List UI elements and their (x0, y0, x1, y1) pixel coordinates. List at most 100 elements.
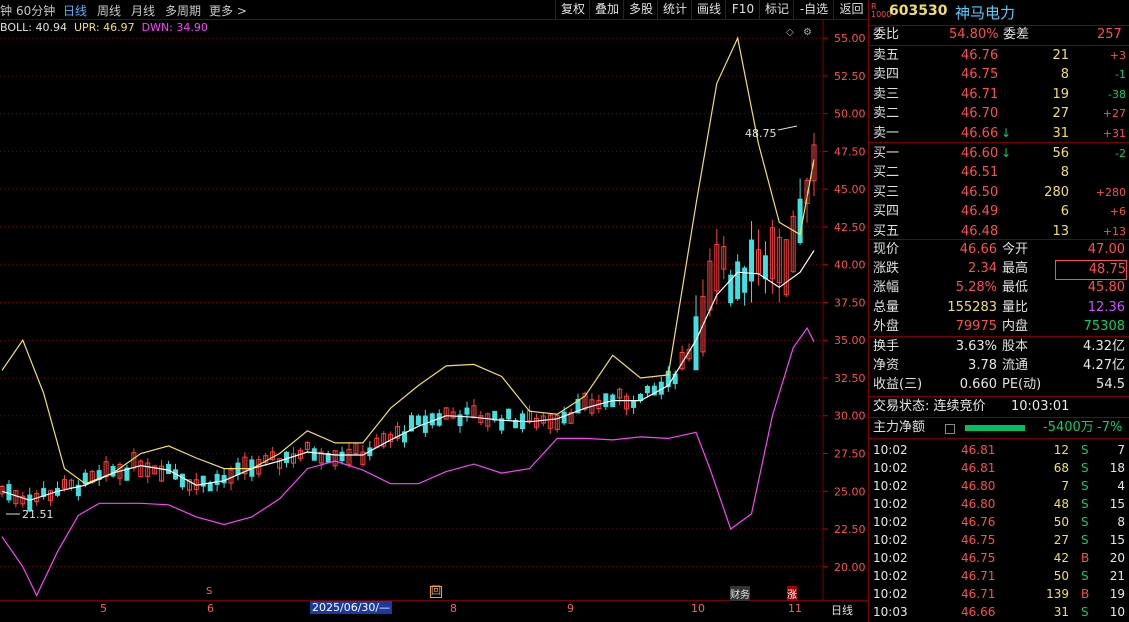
period-more[interactable]: 更多 > (209, 2, 247, 19)
period-60min[interactable]: 60分钟 (16, 2, 55, 19)
marker-badge: 财务 (730, 586, 750, 601)
chart-toolbar: 钟 60分钟 日线 周线 月线 多周期 更多 > 复权 叠加 多股 统计 画线 … (0, 0, 868, 20)
candle-body (311, 448, 317, 461)
tick-volume: 42 (1053, 551, 1069, 565)
candle-body (506, 408, 512, 420)
stat-value: 12.36 (1087, 299, 1125, 315)
orderbook-price[interactable]: 46.50 (961, 184, 998, 202)
y-tick-label: 45.00 (834, 183, 866, 196)
y-tick-label: 42.50 (834, 221, 866, 234)
fuquan-button[interactable]: 复权 (555, 0, 590, 19)
period-multi[interactable]: 多周期 (165, 2, 201, 19)
candle-body (110, 466, 116, 477)
orderbook-price[interactable]: 46.66 (961, 125, 998, 143)
orderbook-level-label: 买四 (873, 204, 900, 220)
candle-body (415, 415, 421, 426)
main-flow-bar (965, 425, 1025, 431)
orderbook-change: +6 (1109, 205, 1126, 219)
orderbook-change: +3 (1109, 49, 1126, 62)
candle-body (762, 255, 768, 280)
orderbook-price[interactable]: 46.76 (961, 47, 998, 65)
stat-value: 75308 (1083, 318, 1125, 334)
stat-label: 最低 (1002, 280, 1029, 296)
tick-side: B (1081, 587, 1090, 601)
orderbook-volume: 280 (1044, 184, 1069, 200)
tick-time: 10:03 (873, 605, 908, 619)
orderbook-level-label: 卖五 (873, 48, 900, 63)
y-tick-label: 40.00 (834, 259, 866, 272)
tick-side: S (1081, 569, 1089, 583)
tick-count: 20 (1109, 551, 1125, 565)
orderbook-change (1074, 164, 1126, 182)
tick-volume: 7 (1061, 479, 1069, 493)
y-tick-label: 50.00 (834, 108, 866, 121)
orderbook-price[interactable]: 46.60 (961, 145, 998, 163)
orderbook-price[interactable]: 46.49 (961, 203, 998, 221)
candle-body (166, 463, 172, 474)
main-flow-label: 主力净额 (873, 420, 926, 435)
stat-value: 3.63% (955, 339, 997, 354)
stat-value: 4.32亿 (1083, 339, 1125, 354)
candle-body (339, 451, 345, 462)
orderbook-change: +280 (1095, 185, 1126, 199)
orderbook-level-label: 卖三 (873, 86, 900, 102)
back-button[interactable]: 返回 (833, 0, 869, 19)
tick-price: 46.80 (961, 497, 996, 511)
mark-button[interactable]: 标记 (759, 0, 794, 19)
stat-value: 79975 (955, 318, 997, 334)
stat-value: 0.660 (959, 377, 997, 393)
orderbook-price[interactable]: 46.75 (961, 66, 998, 84)
stats-button[interactable]: 统计 (657, 0, 692, 19)
orderbook-change: +27 (1102, 107, 1126, 121)
kline-chart[interactable]: 55.00 52.50 50.00 47.50 45.00 42.50 40.00 37.50… (0, 20, 868, 602)
period-weekly[interactable]: 周线 (97, 2, 121, 19)
orderbook-change: -2 (1115, 147, 1126, 160)
multi-stock-button[interactable]: 多股 (623, 0, 658, 19)
stat-label: 涨幅 (873, 280, 900, 296)
quote-panel: R 1000 603530 神马电力 委比 54.80% 委差 257 卖五 46… (868, 0, 1129, 622)
candle-body (214, 473, 220, 485)
orderbook-price[interactable]: 46.71 (961, 86, 998, 104)
candle-body (221, 474, 227, 484)
tick-count: 18 (1109, 461, 1125, 475)
tick-side: S (1081, 461, 1089, 475)
candle-body (735, 261, 741, 300)
main-flow-menu-icon[interactable] (945, 424, 955, 434)
stat-label: 内盘 (1002, 318, 1029, 334)
tick-price: 46.76 (961, 515, 996, 529)
period-monthly[interactable]: 月线 (131, 2, 155, 19)
tick-side: S (1081, 605, 1089, 619)
orderbook-price[interactable]: 46.51 (961, 164, 998, 182)
candle-body (207, 482, 213, 492)
tick-side: S (1081, 479, 1089, 493)
high-price-pointer (777, 125, 798, 131)
period-daily[interactable]: 日线 (63, 2, 87, 19)
remove-watchlist-button[interactable]: -自选 (793, 0, 834, 19)
period-minute-partial[interactable]: 钟 (0, 2, 12, 19)
tick-count: 8 (1117, 515, 1125, 529)
stock-code: 603530 (889, 3, 948, 19)
trade-status: 交易状态: 连续竞价 (873, 399, 986, 414)
stat-value: 3.78 (968, 358, 997, 374)
stat-value: 155283 (947, 299, 997, 315)
date-label: 10 (691, 602, 705, 615)
tick-count: 10 (1109, 605, 1125, 619)
tick-side: S (1081, 497, 1089, 511)
low-price-label: 21.51 (22, 508, 54, 521)
y-tick-label: 52.50 (834, 70, 866, 83)
orderbook-level-label: 买二 (873, 165, 900, 181)
tick-count: 21 (1109, 569, 1125, 583)
f10-button[interactable]: F10 (725, 0, 760, 19)
gear-icon: ⚙ (803, 27, 812, 38)
tick-volume: 50 (1053, 515, 1069, 529)
tick-volume: 31 (1053, 605, 1069, 619)
tick-volume: 68 (1053, 461, 1069, 475)
orderbook-price[interactable]: 46.70 (961, 105, 998, 123)
stat-label: 收益(三) (873, 377, 923, 393)
draw-line-button[interactable]: 画线 (691, 0, 726, 19)
overlay-button[interactable]: 叠加 (589, 0, 624, 19)
stat-label: 股本 (1002, 339, 1029, 354)
orderbook-price[interactable]: 46.48 (961, 223, 998, 241)
stat-label: 流通 (1002, 358, 1029, 374)
high-price-label: 48.75 (745, 127, 777, 140)
